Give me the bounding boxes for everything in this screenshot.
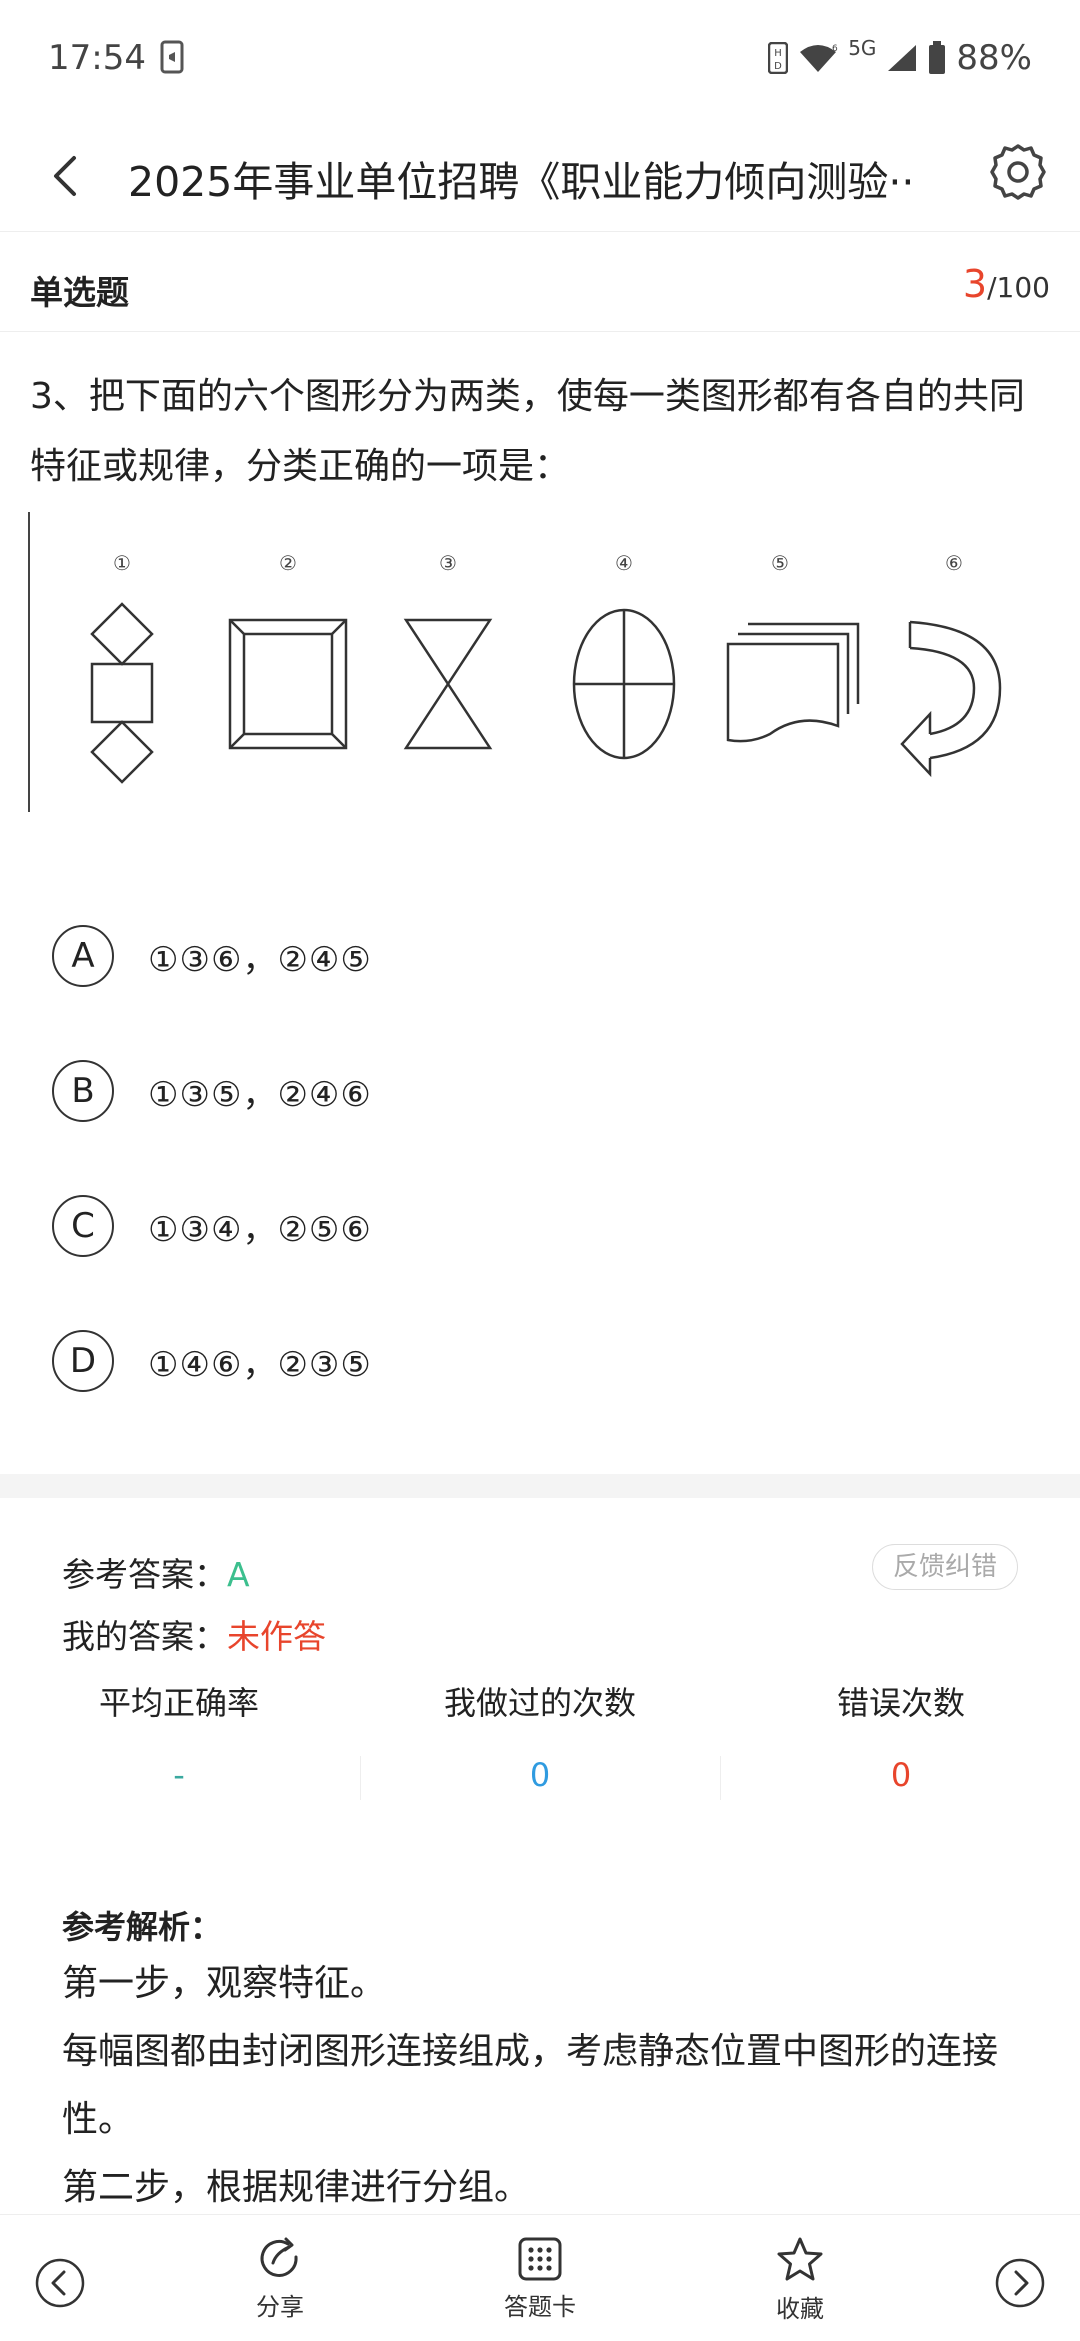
times-done-value: 0 [529, 1756, 551, 1794]
option-a[interactable]: A ①③⑥，②④⑤ [52, 924, 952, 988]
figure-label-4: ④ [615, 551, 633, 575]
share-label: 分享 [256, 2293, 304, 2321]
figure-label-1: ① [113, 551, 131, 575]
wrong-count-value: 0 [890, 1756, 912, 1794]
page-title: 2025年事业单位招聘《职业能力倾向测验·· [128, 158, 915, 206]
option-b-text: ①③⑤，②④⑥ [148, 1074, 372, 1115]
total-questions: /100 [987, 271, 1050, 304]
question-figure: ① ② ③ ④ ⑤ ⑥ [28, 512, 1048, 812]
answer-card-icon [518, 2237, 562, 2281]
hd-icon: H D [768, 42, 789, 74]
six-shapes-figure: ① ② ③ ④ ⑤ ⑥ [90, 551, 1002, 784]
signal-icon [888, 45, 917, 71]
my-answer-value: 未作答 [227, 1617, 326, 1656]
section-divider [0, 1474, 1080, 1498]
option-c[interactable]: C ①③④，②⑤⑥ [52, 1194, 952, 1258]
avg-accuracy-value: - [173, 1756, 185, 1794]
option-d-letter: D [52, 1330, 114, 1392]
prev-question-icon[interactable] [34, 2257, 86, 2309]
stats-divider-1 [360, 1756, 361, 1800]
status-indicators: H D 6 5G 88% [768, 36, 1032, 78]
next-question-icon[interactable] [994, 2257, 1046, 2309]
status-time: 17:54 [48, 38, 146, 78]
network-type: 5G [848, 36, 877, 60]
feedback-button[interactable]: 反馈纠错 [871, 1544, 1018, 1590]
analysis-line-3: 第二步，根据规律进行分组。 [62, 2167, 531, 2208]
analysis-line-1: 第一步，观察特征。 [62, 1963, 387, 2004]
shape-6 [900, 620, 1002, 778]
option-c-letter: C [52, 1195, 114, 1257]
figure-label-2: ② [279, 551, 297, 575]
reference-answer-value: A [227, 1555, 250, 1594]
screen-record-icon [160, 40, 184, 74]
bottom-toolbar: 分享 答题卡 收藏 [0, 2214, 1080, 2341]
shape-5 [726, 622, 860, 743]
option-b[interactable]: B ①③⑤，②④⑥ [52, 1059, 952, 1123]
share-button[interactable]: 分享 [210, 2235, 350, 2322]
times-done-label: 我做过的次数 [443, 1684, 636, 1722]
my-answer-row: 我的答案：未作答 [62, 1610, 326, 1658]
svg-text:H: H [774, 48, 782, 59]
question-counter: 3/100 [963, 262, 1050, 306]
analysis-title: 参考解析： [62, 1908, 223, 1946]
analysis-body: 第一步，观察特征。 每幅图都由封闭图形连接组成，考虑静态位置中图形的连接性。 第… [62, 1950, 1022, 2222]
answer-card-button[interactable]: 答题卡 [470, 2235, 610, 2322]
analysis-line-2: 每幅图都由封闭图形连接组成，考虑静态位置中图形的连接性。 [62, 2031, 999, 2140]
option-a-text: ①③⑥，②④⑤ [148, 939, 372, 980]
question-text: 3、把下面的六个图形分为两类，使每一类图形都有各自的共同特征或规律，分类正确的一… [30, 376, 1025, 487]
option-b-letter: B [52, 1060, 114, 1122]
figure-label-5: ⑤ [771, 551, 789, 575]
battery-level: 88% [956, 38, 1032, 78]
reference-answer-label: 参考答案： [62, 1555, 227, 1594]
favorite-button[interactable]: 收藏 [730, 2235, 870, 2324]
status-bar: 17:54 H D 6 5G 88% [0, 0, 1080, 118]
svg-text:D: D [774, 61, 782, 72]
wrong-count-label: 错误次数 [836, 1684, 965, 1722]
option-c-text: ①③④，②⑤⑥ [148, 1209, 372, 1250]
question-type-bar: 单选题 3/100 [0, 232, 1080, 332]
figure-label-6: ⑥ [945, 551, 963, 575]
option-d[interactable]: D ①④⑥，②③⑤ [52, 1329, 952, 1393]
option-d-text: ①④⑥，②③⑤ [148, 1344, 372, 1385]
favorite-label: 收藏 [776, 2295, 824, 2323]
app-header: 2025年事业单位招聘《职业能力倾向测验·· [0, 118, 1080, 232]
shape-3 [403, 618, 493, 750]
shape-4 [572, 608, 676, 760]
my-answer-label: 我的答案： [62, 1617, 227, 1656]
stats-divider-2 [720, 1756, 721, 1800]
reference-answer-row: 参考答案：A [62, 1548, 250, 1596]
gear-icon[interactable] [986, 140, 1050, 204]
option-a-letter: A [52, 925, 114, 987]
current-question-number: 3 [962, 262, 988, 306]
question-type-label: 单选题 [30, 273, 129, 312]
figure-label-3: ③ [439, 551, 457, 575]
back-arrow-icon[interactable] [36, 146, 96, 206]
avg-accuracy-label: 平均正确率 [98, 1684, 259, 1722]
svg-text:6: 6 [832, 44, 838, 54]
battery-icon [929, 41, 946, 74]
shape-2 [228, 618, 348, 750]
share-icon [260, 2237, 298, 2277]
star-icon [777, 2237, 823, 2281]
answer-card-label: 答题卡 [504, 2293, 576, 2321]
wifi-icon: 6 [800, 44, 838, 72]
shape-1 [90, 602, 154, 784]
